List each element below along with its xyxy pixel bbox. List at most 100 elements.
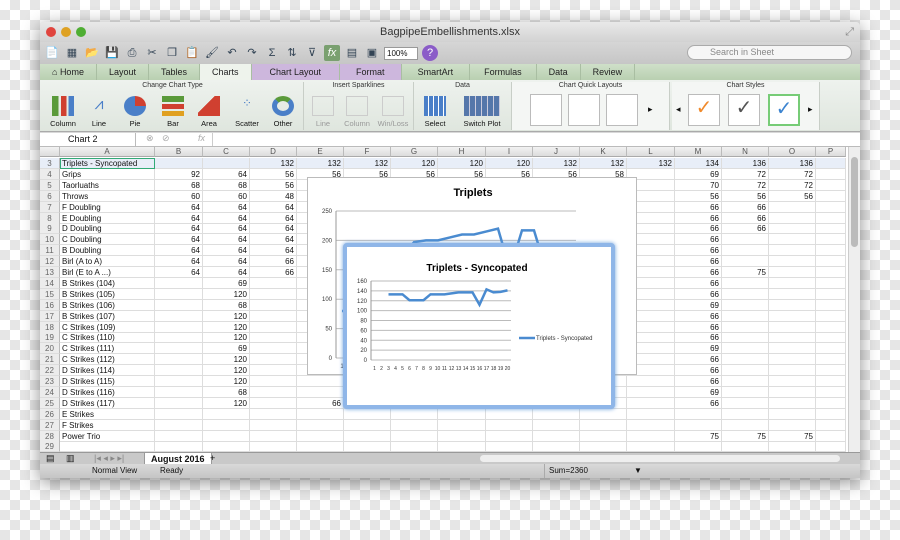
cell-D3[interactable]: 132 — [250, 158, 297, 169]
cell-A9[interactable]: D Doubling — [60, 223, 155, 235]
cell-D18[interactable] — [250, 321, 297, 333]
cell-B23[interactable] — [155, 376, 203, 387]
row-header[interactable]: 22 — [40, 365, 60, 377]
cell-N27[interactable] — [722, 419, 769, 431]
cell-A12[interactable]: Birl (A to A) — [60, 256, 155, 268]
cell-K29[interactable] — [580, 441, 627, 452]
cell-B29[interactable] — [155, 441, 203, 452]
cell-M27[interactable] — [675, 419, 722, 431]
cell-C10[interactable]: 64 — [203, 234, 250, 246]
cell-D12[interactable]: 66 — [250, 256, 297, 268]
cell-O16[interactable] — [769, 299, 816, 311]
tab-tables[interactable]: Tables — [149, 64, 200, 80]
cell-P4[interactable] — [816, 168, 846, 180]
sparkline-column-button[interactable]: Column — [340, 96, 374, 128]
column-header-I[interactable]: I — [486, 147, 533, 157]
cell-C16[interactable]: 68 — [203, 299, 250, 311]
cell-E24[interactable] — [297, 386, 344, 398]
cell-A11[interactable]: B Doubling — [60, 245, 155, 257]
tab-smartart[interactable]: SmartArt — [402, 64, 471, 80]
cell-I26[interactable] — [486, 408, 533, 420]
cell-P9[interactable] — [816, 223, 846, 235]
cell-B20[interactable] — [155, 343, 203, 355]
cell-A15[interactable]: B Strikes (105) — [60, 288, 155, 300]
cell-B6[interactable]: 60 — [155, 190, 203, 202]
cell-C29[interactable] — [203, 441, 250, 452]
cell-H3[interactable]: 120 — [438, 158, 486, 169]
cell-M3[interactable]: 134 — [675, 158, 722, 169]
bar-chart-button[interactable]: Bar — [156, 96, 190, 128]
cell-M14[interactable]: 66 — [675, 277, 722, 289]
row-header[interactable]: 15 — [40, 288, 60, 300]
formula-input[interactable] — [212, 133, 860, 146]
cell-O23[interactable] — [769, 376, 816, 387]
cell-O8[interactable] — [769, 212, 816, 224]
cell-P8[interactable] — [816, 212, 846, 224]
cell-O26[interactable] — [769, 408, 816, 420]
cell-O22[interactable] — [769, 365, 816, 377]
cell-A25[interactable]: D Strikes (117) — [60, 397, 155, 409]
select-data-button[interactable]: Select — [418, 96, 452, 128]
column-chart-button[interactable]: Column — [46, 96, 80, 128]
cell-N21[interactable] — [722, 354, 769, 366]
column-header-F[interactable]: F — [344, 147, 391, 157]
cell-N18[interactable] — [722, 321, 769, 333]
cell-J29[interactable] — [533, 441, 580, 452]
cell-N19[interactable] — [722, 332, 769, 344]
cell-F28[interactable] — [344, 430, 391, 442]
cell-D29[interactable] — [250, 441, 297, 452]
other-chart-button[interactable]: Other — [266, 96, 300, 128]
cell-D20[interactable] — [250, 343, 297, 355]
cell-K27[interactable] — [580, 419, 627, 431]
cell-M17[interactable]: 66 — [675, 310, 722, 322]
row-header[interactable]: 7 — [40, 201, 60, 213]
cell-P15[interactable] — [816, 288, 846, 300]
cell-A8[interactable]: E Doubling — [60, 212, 155, 224]
row-header[interactable]: 8 — [40, 212, 60, 224]
column-header-H[interactable]: H — [438, 147, 486, 157]
close-button[interactable] — [46, 27, 56, 37]
cell-B26[interactable] — [155, 408, 203, 420]
cell-B15[interactable] — [155, 288, 203, 300]
cell-M10[interactable]: 66 — [675, 234, 722, 246]
tab-layout[interactable]: Layout — [97, 64, 149, 80]
column-header-N[interactable]: N — [722, 147, 769, 157]
row-header[interactable]: 9 — [40, 223, 60, 235]
cell-P26[interactable] — [816, 408, 846, 420]
chart-style-blue[interactable]: ✓ — [768, 94, 800, 126]
cell-N4[interactable]: 72 — [722, 168, 769, 180]
cell-N7[interactable]: 66 — [722, 201, 769, 213]
toolbox-icon[interactable]: ▣ — [364, 45, 380, 61]
cell-N11[interactable] — [722, 245, 769, 257]
cell-B18[interactable] — [155, 321, 203, 333]
cell-I28[interactable] — [486, 430, 533, 442]
cell-L29[interactable] — [627, 441, 675, 452]
cell-O4[interactable]: 72 — [769, 168, 816, 180]
cell-N17[interactable] — [722, 310, 769, 322]
select-all[interactable] — [40, 147, 60, 157]
cell-M21[interactable]: 66 — [675, 354, 722, 366]
cell-L25[interactable] — [627, 397, 675, 409]
page-layout-view-icon[interactable]: ▥ — [66, 453, 75, 464]
cell-D15[interactable] — [250, 288, 297, 300]
cell-P29[interactable] — [816, 441, 846, 452]
cell-D13[interactable]: 66 — [250, 267, 297, 278]
cell-D16[interactable] — [250, 299, 297, 311]
cell-O11[interactable] — [769, 245, 816, 257]
cell-B3[interactable] — [155, 158, 203, 169]
cell-B9[interactable]: 64 — [155, 223, 203, 235]
cell-D6[interactable]: 48 — [250, 190, 297, 202]
area-chart-button[interactable]: Area — [192, 96, 226, 128]
copy-icon[interactable]: ❐ — [164, 45, 180, 61]
row-header[interactable]: 29 — [40, 441, 60, 452]
cell-P18[interactable] — [816, 321, 846, 333]
cell-P10[interactable] — [816, 234, 846, 246]
cell-O10[interactable] — [769, 234, 816, 246]
sheet-nav-arrows[interactable]: |◂ ◂ ▸ ▸| — [94, 453, 124, 464]
cell-N6[interactable]: 56 — [722, 190, 769, 202]
cell-H27[interactable] — [438, 419, 486, 431]
cell-G26[interactable] — [391, 408, 438, 420]
cell-I3[interactable]: 120 — [486, 158, 533, 169]
sparkline-winloss-button[interactable]: Win/Loss — [376, 96, 410, 128]
row-header[interactable]: 27 — [40, 419, 60, 431]
